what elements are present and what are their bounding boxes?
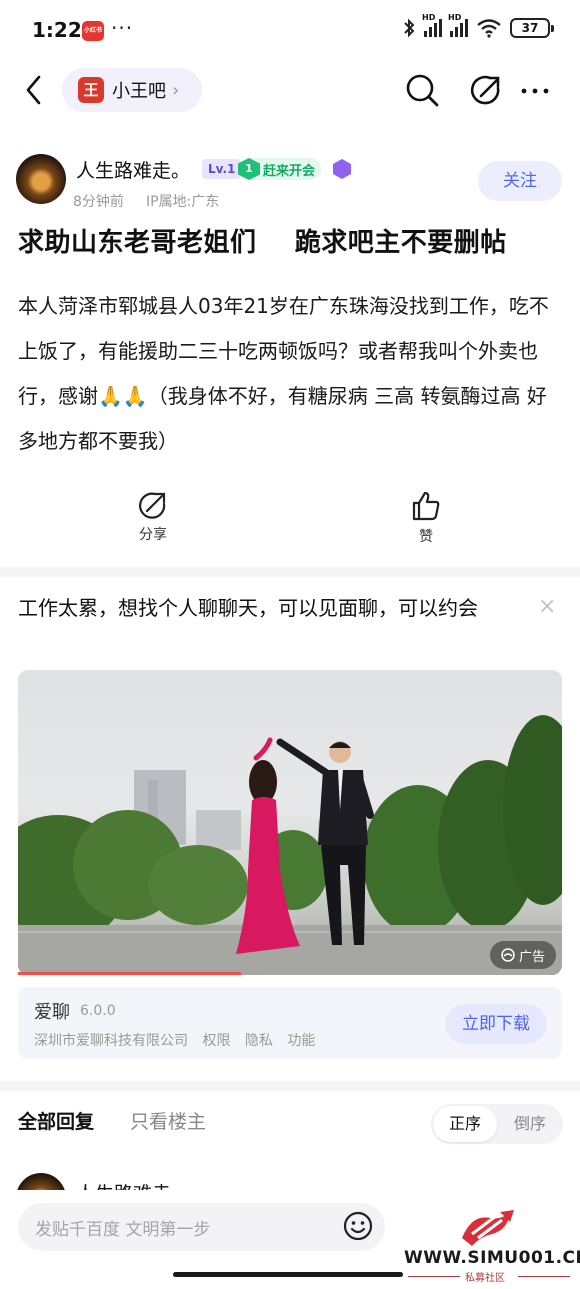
- more-icon[interactable]: [518, 70, 554, 110]
- hurry-badge: 1 赶来开会: [238, 158, 322, 180]
- download-button[interactable]: 立即下载: [445, 1004, 547, 1044]
- section-divider: [0, 567, 580, 577]
- ad-icon: [501, 948, 515, 962]
- signal-1-icon: HD: [422, 13, 442, 37]
- forum-logo: 王: [78, 77, 104, 103]
- ad-video-thumbnail[interactable]: [18, 670, 562, 975]
- video-progress-bar: [18, 972, 241, 975]
- chevron-right-icon: ›: [172, 79, 180, 101]
- ad-privacy-link[interactable]: 隐私: [245, 1033, 273, 1049]
- home-indicator[interactable]: [173, 1272, 403, 1277]
- sort-ascending-button[interactable]: 正序: [433, 1106, 497, 1142]
- hurry-level-icon: 1: [238, 158, 260, 180]
- ad-title[interactable]: 工作太累，想找个人聊聊天，可以见面聊，可以约会: [18, 590, 518, 627]
- ad-meta: 深圳市爱聊科技有限公司 权限 隐私 功能: [34, 1030, 325, 1050]
- follow-button[interactable]: 关注: [478, 161, 562, 201]
- battery-icon: 37: [510, 18, 554, 38]
- xiaohongshu-app-icon: 小红书: [82, 21, 104, 41]
- close-icon[interactable]: ×: [538, 594, 556, 619]
- post-body: 本人菏泽市郓城县人03年21岁在广东珠海没找到工作，吃不上饭了，有能援助二三十吃…: [18, 294, 549, 453]
- watermark-rule-right: [518, 1276, 570, 1277]
- back-icon[interactable]: [20, 72, 48, 108]
- ad-company: 深圳市爱聊科技有限公司: [34, 1033, 188, 1049]
- search-icon[interactable]: [404, 70, 440, 110]
- tab-all-replies[interactable]: 全部回复: [18, 1107, 94, 1134]
- ad-permission-link[interactable]: 权限: [202, 1033, 230, 1049]
- tab-only-op[interactable]: 只看楼主: [130, 1107, 206, 1134]
- bluetooth-icon: [404, 18, 415, 38]
- signal-2-icon: HD: [448, 13, 468, 37]
- share-edit-icon[interactable]: [468, 70, 504, 110]
- gem-badge-icon: [333, 159, 351, 179]
- post-time: 8分钟前: [73, 194, 124, 210]
- reply-item[interactable]: 人生路难走。: [0, 1165, 580, 1190]
- status-more-indicator: ···: [111, 16, 134, 40]
- post-ip-location: IP属地:广东: [146, 194, 220, 210]
- reply-author-name[interactable]: 人生路难走。: [76, 1179, 190, 1190]
- sort-descending-button[interactable]: 倒序: [500, 1106, 560, 1142]
- thumbs-up-icon: [412, 491, 440, 521]
- author-avatar[interactable]: [16, 154, 66, 204]
- watermark-logo-icon: [462, 1210, 514, 1246]
- forum-pill[interactable]: 王 小王吧 ›: [62, 68, 202, 112]
- reply-input-placeholder[interactable]: 发贴千百度 文明第一步: [35, 1215, 210, 1240]
- status-icons: HD HD 37: [402, 13, 554, 38]
- watermark-rule-left: [408, 1276, 460, 1277]
- like-label: 赞: [419, 529, 433, 545]
- author-name[interactable]: 人生路难走。: [76, 156, 190, 183]
- ad-app-name: 爱聊: [34, 1002, 70, 1023]
- emoji-icon[interactable]: [342, 1210, 374, 1242]
- level-badge: Lv.1: [202, 159, 242, 179]
- wifi-icon: [477, 19, 501, 38]
- share-icon: [139, 492, 166, 519]
- watermark-site: WWW.SIMU001.CN: [404, 1248, 580, 1268]
- hurry-label: 赶来开会: [263, 163, 316, 179]
- section-divider: [0, 1081, 580, 1091]
- share-button[interactable]: 分享: [123, 490, 183, 544]
- reply-avatar[interactable]: [16, 1173, 66, 1190]
- forum-name: 小王吧: [112, 81, 166, 102]
- ad-features-link[interactable]: 功能: [287, 1033, 315, 1049]
- ad-tag-label: 广告: [518, 949, 545, 965]
- watermark-sub: 私募社区: [465, 1273, 505, 1284]
- ad-label-badge[interactable]: 广告: [490, 941, 556, 969]
- post-title: 求助山东老哥老姐们 跪求吧主不要删帖: [18, 228, 507, 258]
- status-time: 1:22: [32, 18, 82, 42]
- share-label: 分享: [139, 527, 167, 543]
- like-button[interactable]: 赞: [396, 490, 456, 546]
- ad-app-version: 6.0.0: [80, 1003, 116, 1019]
- ad-dancing-couple-image: [18, 715, 562, 975]
